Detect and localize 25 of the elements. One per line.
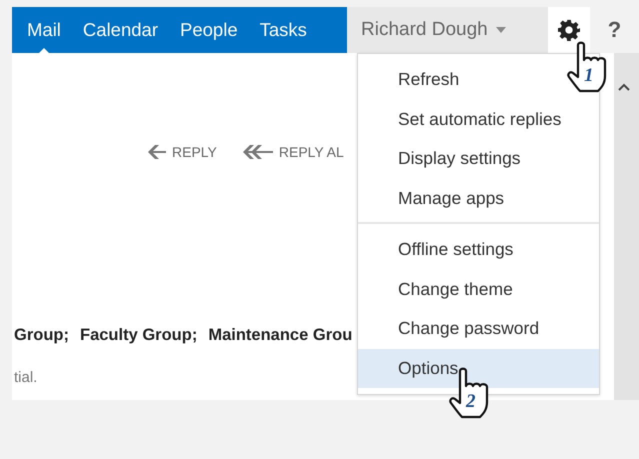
menu-item[interactable]: Display settings xyxy=(358,139,599,178)
menu-item[interactable]: Offline settings xyxy=(358,230,599,270)
recipient-name[interactable]: Maintenance Grou xyxy=(208,326,352,345)
menu-item[interactable]: Manage apps xyxy=(358,178,599,218)
menu-item[interactable]: Options xyxy=(358,348,599,388)
chevron-up-icon[interactable] xyxy=(618,83,630,91)
double-arrow-icon xyxy=(242,145,273,159)
step-number: 2 xyxy=(466,392,476,412)
nav-tab[interactable]: Tasks xyxy=(248,7,318,53)
reply-button[interactable]: REPLY xyxy=(148,144,217,160)
nav-tab[interactable]: People xyxy=(169,7,249,53)
step-number: 1 xyxy=(584,66,594,86)
nav-tab[interactable]: Mail xyxy=(16,7,72,53)
menu-item[interactable]: Set automatic replies xyxy=(358,100,599,139)
menu-item[interactable]: Change theme xyxy=(358,270,599,309)
help-button[interactable]: ? xyxy=(608,17,622,43)
menu-item[interactable]: Change password xyxy=(358,309,599,348)
nav-tab[interactable]: Calendar xyxy=(72,7,169,53)
recipient-name[interactable]: Faculty Group; xyxy=(80,326,198,345)
message-text: tial. xyxy=(14,369,38,386)
settings-icon[interactable] xyxy=(558,19,580,41)
left-arrow-icon xyxy=(148,145,166,159)
caret-icon xyxy=(496,27,506,33)
recipient-name[interactable]: Group; xyxy=(14,326,69,345)
reply-all-button[interactable]: REPLY AL xyxy=(242,144,344,160)
